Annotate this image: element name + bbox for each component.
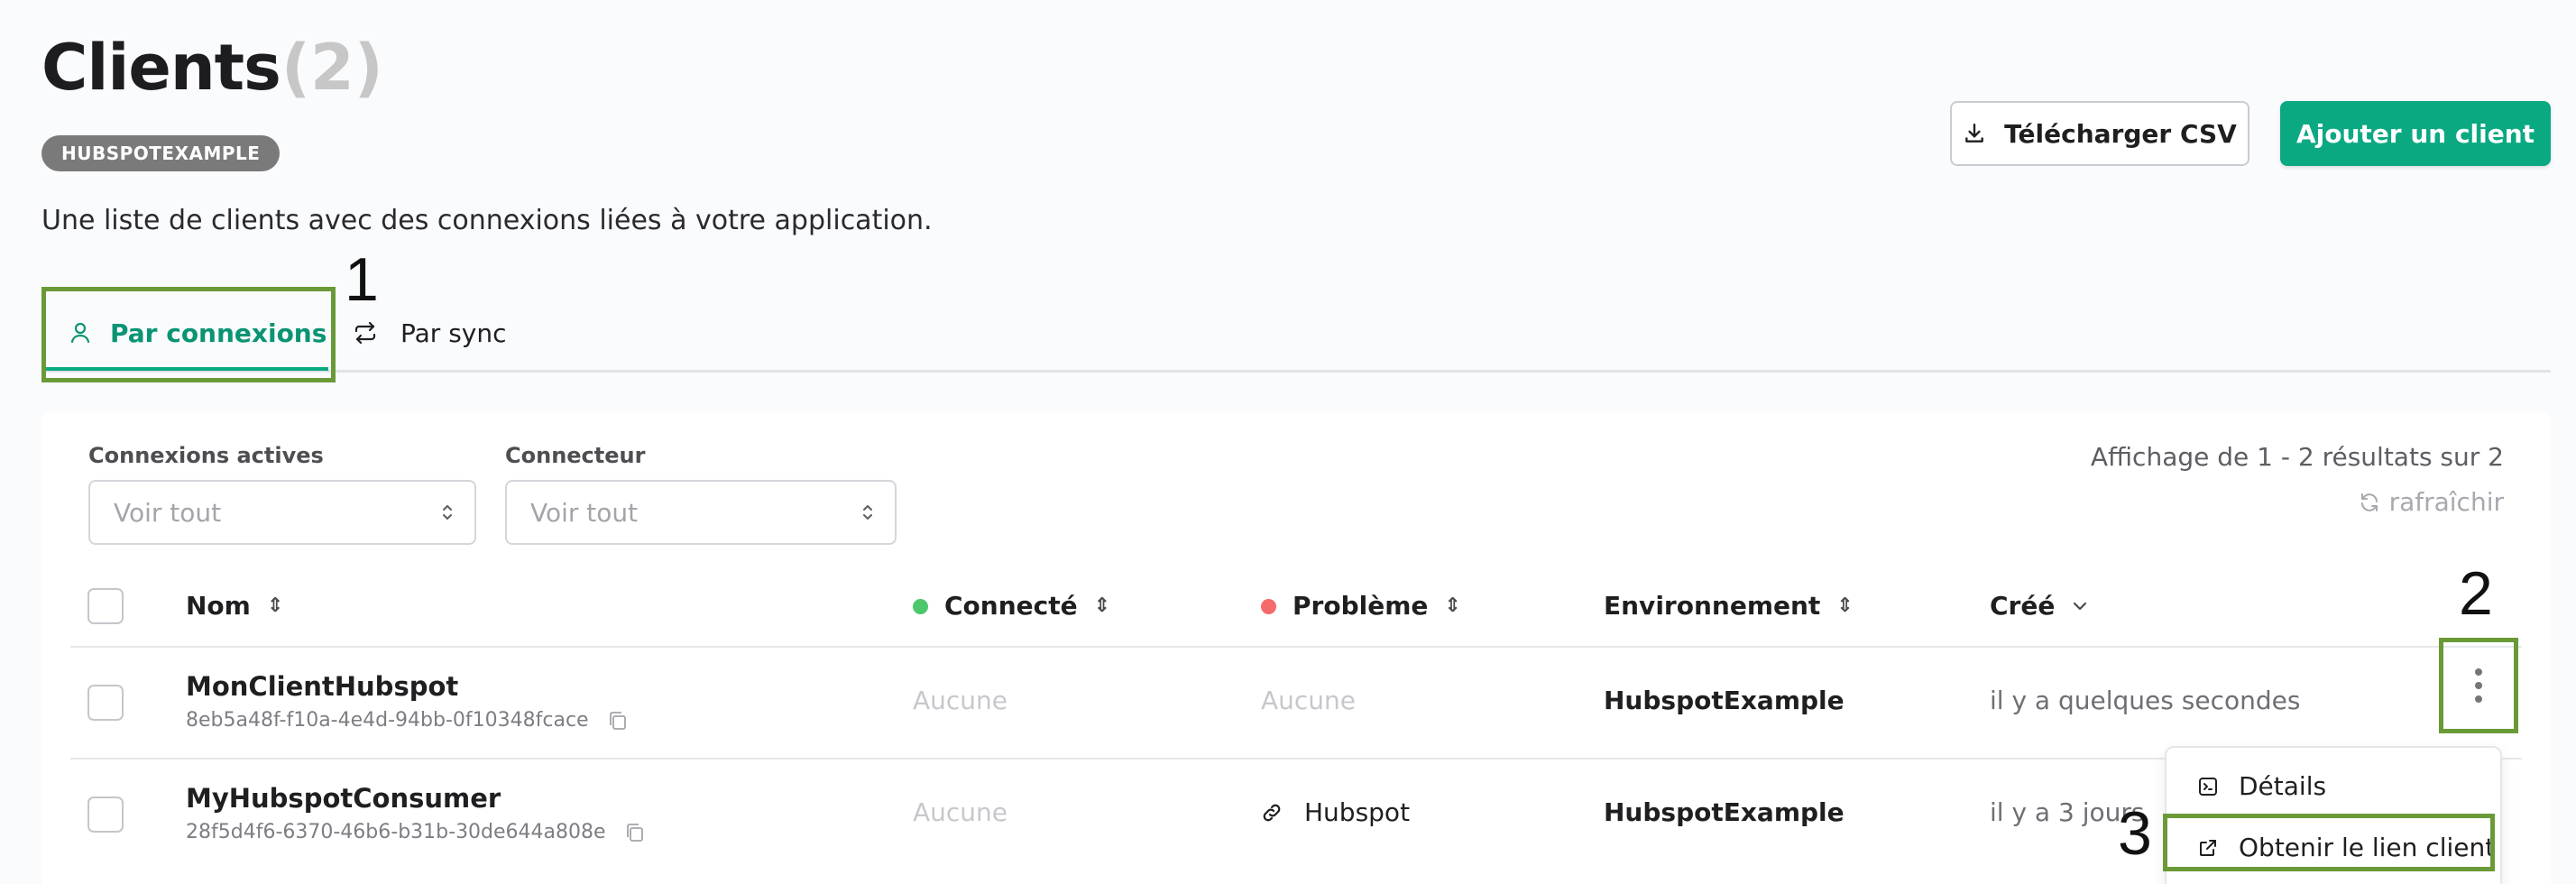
download-csv-button[interactable]: Télécharger CSV	[1950, 101, 2249, 166]
column-header-nom[interactable]: Nom ⇕	[186, 588, 283, 624]
column-header-label: Nom	[186, 591, 251, 621]
filter-label-connexions-actives: Connexions actives	[88, 443, 324, 468]
tab-par-sync-label: Par sync	[400, 318, 507, 348]
connected-cell: Aucune	[913, 797, 1008, 827]
page-subtitle: Une liste de clients avec des connexions…	[41, 205, 933, 236]
client-count: (2)	[281, 31, 383, 105]
column-header-probleme[interactable]: Problème ⇕	[1261, 588, 1461, 624]
connected-cell: Aucune	[913, 686, 1008, 715]
created-cell: il y a quelques secondes	[1990, 686, 2301, 715]
sort-icon: ⇕	[266, 594, 284, 617]
add-client-button[interactable]: Ajouter un client	[2280, 101, 2551, 166]
column-header-environnement[interactable]: Environnement ⇕	[1604, 588, 1854, 624]
client-id-text: 8eb5a48f-f10a-4e4d-94bb-0f10348fcace	[186, 709, 589, 732]
row-divider	[70, 758, 2522, 760]
client-name[interactable]: MonClientHubspot	[186, 671, 458, 702]
terminal-icon	[2197, 776, 2219, 797]
chevron-down-icon	[2071, 600, 2089, 612]
download-csv-label: Télécharger CSV	[2004, 118, 2237, 149]
problem-cell: Aucune	[1261, 686, 1357, 715]
filter-select-value: Voir tout	[530, 497, 639, 528]
environment-cell: HubspotExample	[1604, 686, 1845, 715]
column-header-cree[interactable]: Créé	[1990, 588, 2089, 624]
row-divider	[70, 646, 2522, 648]
column-header-label: Environnement	[1604, 591, 1821, 621]
status-dot-problem	[1261, 598, 1276, 614]
client-name[interactable]: MyHubspotConsumer	[186, 783, 501, 814]
annotation-number-1: 1	[345, 245, 379, 314]
annotation-number-3: 3	[2118, 799, 2152, 868]
chevron-up-down-icon	[860, 502, 875, 523]
status-dot-connected	[913, 598, 928, 614]
select-all-checkbox[interactable]	[87, 588, 124, 624]
page-title: Clients	[41, 31, 281, 105]
row-checkbox[interactable]	[87, 797, 124, 833]
sort-icon: ⇕	[1093, 594, 1111, 617]
copy-icon[interactable]	[607, 710, 629, 732]
column-header-connecte[interactable]: Connecté ⇕	[913, 588, 1110, 624]
filter-select-connexions-actives[interactable]: Voir tout	[88, 480, 476, 545]
annotation-box-1	[41, 287, 336, 382]
copy-icon[interactable]	[624, 822, 646, 843]
sort-icon: ⇕	[1444, 594, 1461, 617]
annotation-box-2	[2439, 638, 2518, 733]
link-icon	[1261, 802, 1283, 824]
client-id: 8eb5a48f-f10a-4e4d-94bb-0f10348fcace	[186, 709, 629, 732]
refresh-icon	[2359, 492, 2380, 513]
client-id-text: 28f5d4f6-6370-46b6-b31b-30de644a808e	[186, 821, 606, 843]
menu-item-label: Détails	[2239, 771, 2327, 801]
menu-item-details[interactable]: Détails	[2197, 771, 2326, 801]
filter-select-connecteur[interactable]: Voir tout	[505, 480, 897, 545]
filter-label-connecteur: Connecteur	[505, 443, 646, 468]
refresh-label: rafraîchir	[2388, 487, 2504, 517]
annotation-box-3	[2163, 814, 2495, 871]
problem-cell[interactable]: Hubspot	[1261, 797, 1410, 827]
refresh-button[interactable]: rafraîchir	[2359, 487, 2504, 517]
row-checkbox[interactable]	[87, 685, 124, 721]
client-id: 28f5d4f6-6370-46b6-b31b-30de644a808e	[186, 821, 646, 843]
filter-select-value: Voir tout	[114, 497, 222, 528]
annotation-number-2: 2	[2459, 559, 2493, 628]
chevron-up-down-icon	[440, 502, 455, 523]
column-header-label: Connecté	[944, 591, 1078, 621]
column-header-label: Créé	[1990, 591, 2056, 621]
column-header-label: Problème	[1293, 591, 1429, 621]
sort-icon: ⇕	[1836, 594, 1854, 617]
results-count: Affichage de 1 - 2 résultats sur 2	[2090, 442, 2504, 472]
environment-cell: HubspotExample	[1604, 797, 1845, 827]
sync-arrows-icon	[354, 322, 377, 344]
problem-connector-label: Hubspot	[1304, 797, 1411, 827]
environment-badge: HUBSPOTEXAMPLE	[41, 135, 281, 171]
download-icon	[1963, 122, 1986, 145]
